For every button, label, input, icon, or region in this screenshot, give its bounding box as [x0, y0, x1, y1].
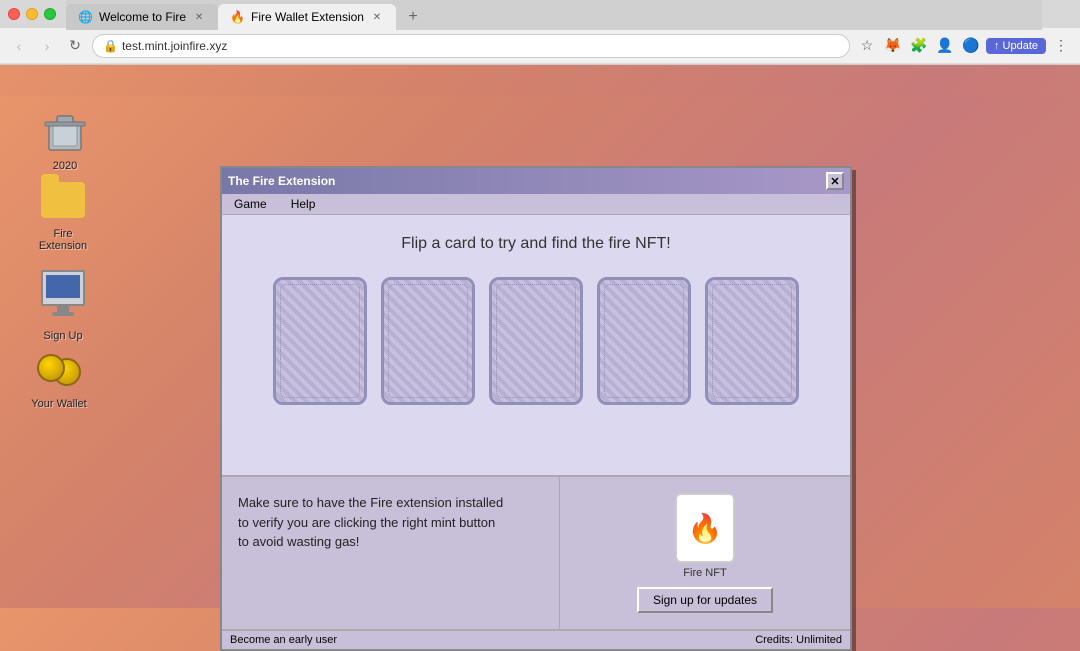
back-btn[interactable]: ‹	[8, 35, 30, 57]
dialog-heading: Flip a card to try and find the fire NFT…	[401, 235, 670, 253]
card-4[interactable]	[597, 277, 691, 405]
browser-titlebar: 🌐 Welcome to Fire ✕ 🔥 Fire Wallet Extens…	[0, 0, 1080, 28]
tab-label-fire: Fire Wallet Extension	[251, 10, 364, 24]
trash-label: 2020	[53, 160, 77, 172]
cards-row	[273, 277, 799, 405]
browser-chrome: 🌐 Welcome to Fire ✕ 🔥 Fire Wallet Extens…	[0, 0, 1080, 65]
dialog-title: The Fire Extension	[228, 174, 335, 188]
reload-btn[interactable]: ↻	[64, 35, 86, 57]
tab-close-fire-btn[interactable]: ✕	[370, 10, 384, 24]
bookmark-star-btn[interactable]: ☆	[856, 35, 878, 57]
forward-btn[interactable]: ›	[36, 35, 58, 57]
dialog-bottom-left: Make sure to have the Fire extension ins…	[222, 477, 560, 629]
tab-welcome[interactable]: 🌐 Welcome to Fire ✕	[66, 4, 218, 30]
coins-icon	[35, 346, 83, 394]
fire-extension-dialog: The Fire Extension ✕ Game Help Flip a ca…	[220, 166, 852, 651]
signup-updates-btn[interactable]: Sign up for updates	[637, 587, 773, 613]
lock-icon: 🔒	[103, 39, 118, 53]
status-right: Credits: Unlimited	[755, 634, 842, 646]
fire-nft-card: 🔥	[675, 493, 735, 563]
browser-actions: ☆ 🦊 🧩 👤 🔵 ↑ Update ⋮	[856, 35, 1072, 57]
desktop: 2020 Fire Extension Sign Up Your Wallet	[0, 96, 1080, 608]
update-icon: ↑	[994, 40, 1000, 52]
bottom-left-text: Make sure to have the Fire extension ins…	[238, 495, 503, 549]
dialog-menubar: Game Help	[222, 194, 850, 215]
status-left: Become an early user	[230, 634, 337, 646]
tab-bar: 🌐 Welcome to Fire ✕ 🔥 Fire Wallet Extens…	[66, 0, 1042, 30]
desktop-icon-folder[interactable]: Fire Extension	[28, 176, 98, 252]
tab-favicon-fire: 🔥	[230, 10, 245, 24]
dialog-titlebar: The Fire Extension ✕	[222, 168, 850, 194]
window-maximize-btn[interactable]	[44, 8, 56, 20]
desktop-icon-trash[interactable]: 2020	[30, 108, 100, 172]
update-label: Update	[1003, 40, 1038, 52]
address-bar-row: ‹ › ↻ 🔒 test.mint.joinfire.xyz ☆ 🦊 🧩 👤 🔵…	[0, 28, 1080, 64]
trash-icon	[41, 108, 89, 156]
tab-label: Welcome to Fire	[99, 10, 186, 24]
dialog-close-btn[interactable]: ✕	[826, 172, 844, 190]
update-btn[interactable]: ↑ Update	[986, 38, 1046, 54]
puzzle-btn[interactable]: 🧩	[908, 35, 930, 57]
card-1[interactable]	[273, 277, 367, 405]
window-controls	[8, 8, 56, 20]
tab-favicon: 🌐	[78, 10, 93, 24]
card-3[interactable]	[489, 277, 583, 405]
desktop-icon-wallet[interactable]: Your Wallet	[24, 346, 94, 410]
card-5[interactable]	[705, 277, 799, 405]
dialog-bottom: Make sure to have the Fire extension ins…	[222, 475, 850, 629]
folder-label: Fire Extension	[28, 228, 98, 252]
fire-nft-container: 🔥 Fire NFT	[675, 493, 735, 579]
menu-btn[interactable]: ⋮	[1050, 35, 1072, 57]
dialog-main: Flip a card to try and find the fire NFT…	[222, 215, 850, 475]
tab-close-btn[interactable]: ✕	[192, 10, 206, 24]
signup-label: Sign Up	[43, 330, 82, 342]
tab-fire-wallet[interactable]: 🔥 Fire Wallet Extension ✕	[218, 4, 396, 30]
address-text: test.mint.joinfire.xyz	[122, 39, 227, 53]
desktop-icon-signup[interactable]: Sign Up	[28, 264, 98, 342]
fire-nft-emoji: 🔥	[688, 512, 723, 545]
menu-game[interactable]: Game	[230, 196, 271, 212]
folder-icon	[39, 176, 87, 224]
address-bar[interactable]: 🔒 test.mint.joinfire.xyz	[92, 34, 850, 58]
card-2[interactable]	[381, 277, 475, 405]
wallet-label: Your Wallet	[31, 398, 86, 410]
wallet-ext-btn[interactable]: 🔵	[960, 35, 982, 57]
dialog-bottom-right: 🔥 Fire NFT Sign up for updates	[560, 477, 850, 629]
fire-nft-label: Fire NFT	[683, 567, 726, 579]
new-tab-btn[interactable]: +	[400, 4, 426, 30]
profile-btn[interactable]: 👤	[934, 35, 956, 57]
dialog-statusbar: Become an early user Credits: Unlimited	[222, 629, 850, 649]
extensions-btn[interactable]: 🦊	[882, 35, 904, 57]
monitor-icon	[39, 264, 87, 312]
menu-help[interactable]: Help	[287, 196, 320, 212]
window-close-btn[interactable]	[8, 8, 20, 20]
window-minimize-btn[interactable]	[26, 8, 38, 20]
